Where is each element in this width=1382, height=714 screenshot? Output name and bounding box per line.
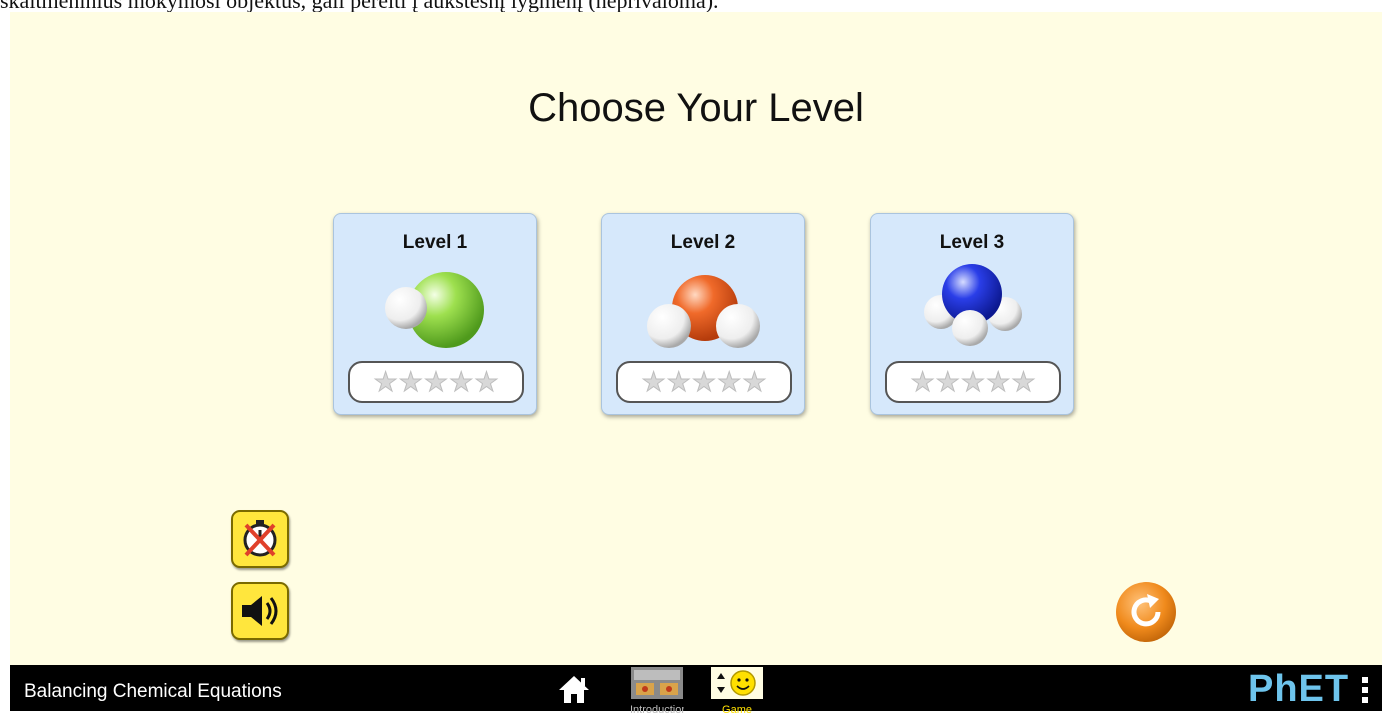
star-icon: ★ bbox=[474, 366, 499, 397]
navigation-bar: Balancing Chemical Equations Introductio… bbox=[10, 665, 1382, 714]
star-icon: ★ bbox=[910, 366, 935, 397]
screen-button-game[interactable]: Game bbox=[710, 667, 764, 714]
star-icon: ★ bbox=[691, 366, 717, 397]
sound-on-icon bbox=[242, 596, 278, 626]
star-icon: ★ bbox=[717, 366, 742, 397]
star-icon: ★ bbox=[641, 366, 666, 397]
introduction-thumbnail-icon bbox=[631, 667, 683, 699]
star-icon: ★ bbox=[935, 366, 960, 397]
home-icon bbox=[559, 676, 589, 703]
simulation-area: Choose Your Level Level 1 ★ ★ ★ ★ ★ Leve… bbox=[10, 12, 1382, 665]
star-icon: ★ bbox=[398, 366, 423, 397]
screen-button-introduction[interactable]: Introduction bbox=[630, 667, 684, 714]
level-1-button[interactable]: Level 1 ★ ★ ★ ★ ★ bbox=[333, 213, 537, 415]
timer-toggle-button[interactable] bbox=[231, 510, 289, 568]
screen-label-introduction: Introduction bbox=[630, 704, 684, 714]
star-icon: ★ bbox=[373, 366, 398, 397]
home-button[interactable] bbox=[556, 673, 592, 705]
star-icon: ★ bbox=[423, 366, 449, 397]
game-thumbnail-icon bbox=[711, 667, 763, 699]
star-rating: ★ ★ ★ ★ ★ bbox=[348, 361, 524, 403]
screen-title: Choose Your Level bbox=[528, 86, 864, 130]
sound-toggle-button[interactable] bbox=[231, 582, 289, 640]
star-icon: ★ bbox=[666, 366, 691, 397]
star-icon: ★ bbox=[986, 366, 1011, 397]
reset-icon bbox=[1116, 582, 1176, 642]
level-3-button[interactable]: Level 3 ★ ★ ★ ★ ★ bbox=[870, 213, 1074, 415]
sim-title: Balancing Chemical Equations bbox=[24, 681, 282, 702]
star-rating: ★ ★ ★ ★ ★ bbox=[885, 361, 1061, 403]
star-rating: ★ ★ ★ ★ ★ bbox=[616, 361, 792, 403]
level-2-button[interactable]: Level 2 ★ ★ ★ ★ ★ bbox=[601, 213, 805, 415]
options-menu-icon[interactable] bbox=[1360, 677, 1370, 707]
timer-off-icon bbox=[243, 520, 277, 557]
star-icon: ★ bbox=[1011, 366, 1036, 397]
phet-logo[interactable]: PhET bbox=[1248, 668, 1349, 711]
star-icon: ★ bbox=[960, 366, 986, 397]
star-icon: ★ bbox=[449, 366, 474, 397]
star-icon: ★ bbox=[742, 366, 767, 397]
screen-label-game: Game bbox=[722, 704, 752, 714]
reset-all-button[interactable] bbox=[1115, 581, 1177, 643]
